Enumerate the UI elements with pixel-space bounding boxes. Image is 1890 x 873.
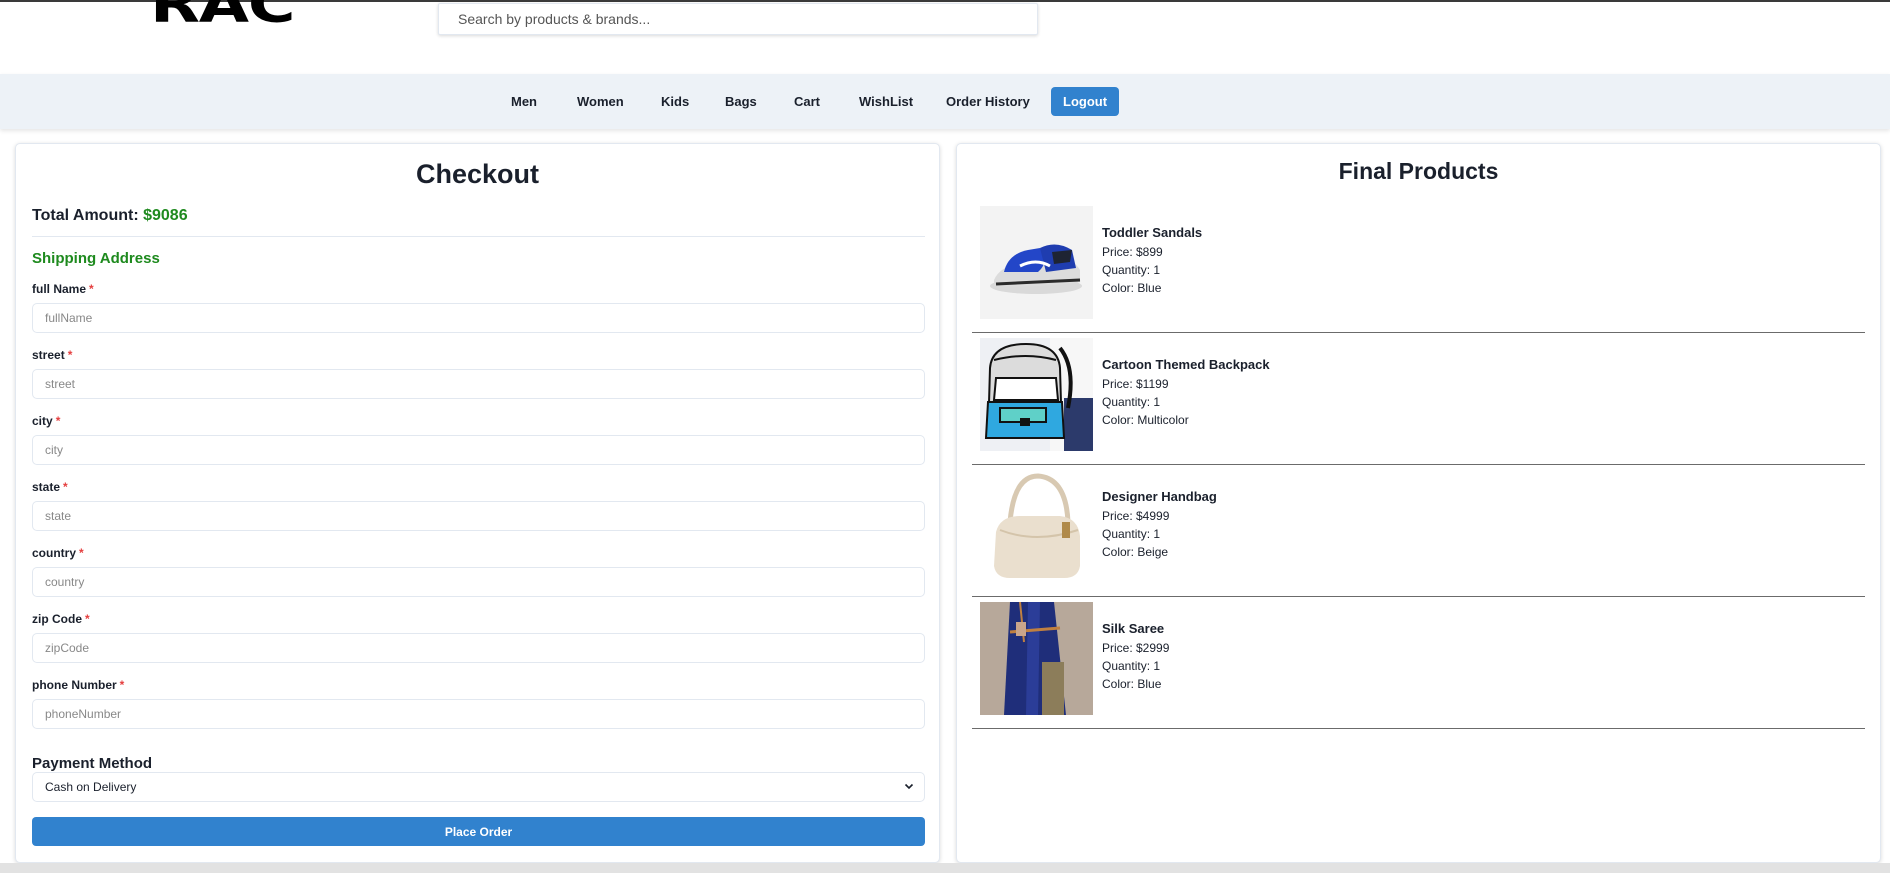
required-marker: *	[67, 348, 73, 362]
product-price: Price: $2999	[1102, 641, 1170, 655]
place-order-button[interactable]: Place Order	[32, 817, 925, 846]
logo-text: RACK	[150, 0, 292, 35]
required-marker: *	[79, 546, 84, 560]
state-input[interactable]	[32, 501, 925, 531]
checkout-title: Checkout	[415, 159, 540, 189]
toddler-sandals-image	[980, 206, 1093, 319]
cartoon-backpack-image	[980, 338, 1093, 451]
country-label: country *	[32, 546, 84, 560]
shipping-address-title: Shipping Address	[32, 250, 160, 267]
product-info: Silk Saree Price: $2999 Quantity: 1 Colo…	[1102, 620, 1169, 693]
total-amount: Total Amount: $9086	[32, 207, 188, 225]
total-label: Total Amount:	[32, 207, 139, 224]
search-input[interactable]	[438, 3, 1038, 35]
nav-women[interactable]: Women	[569, 87, 632, 116]
full-name-input[interactable]	[32, 303, 925, 333]
required-marker: *	[119, 678, 125, 692]
product-name: Cartoon Themed Backpack	[1102, 357, 1270, 372]
product-color: Color: Multicolor	[1102, 413, 1189, 427]
state-label-text: state	[32, 480, 61, 494]
silk-saree-image	[980, 602, 1093, 715]
checkout-panel: Checkout Total Amount: $9086 Shipping Ad…	[15, 143, 940, 863]
product-quantity: Quantity: 1	[1102, 659, 1161, 673]
product-row: Toddler Sandals Price: $899 Quantity: 1 …	[972, 202, 1865, 333]
product-info: Toddler Sandals Price: $899 Quantity: 1 …	[1102, 224, 1202, 297]
product-quantity: Quantity: 1	[1102, 527, 1161, 541]
page-bottom-strip	[0, 863, 1890, 873]
brand-logo[interactable]: RACK	[150, 0, 292, 38]
country-input[interactable]	[32, 567, 925, 597]
street-label-text: street	[32, 348, 65, 362]
required-marker: *	[63, 480, 68, 494]
city-input[interactable]	[32, 435, 925, 465]
payment-selected-value: Cash on Delivery	[45, 780, 137, 794]
product-color: Color: Blue	[1102, 677, 1162, 691]
country-label-text: country	[32, 546, 77, 560]
product-row: Silk Saree Price: $2999 Quantity: 1 Colo…	[972, 598, 1865, 729]
required-marker: *	[55, 414, 61, 428]
phone-number-label: phone Number *	[32, 678, 124, 692]
required-marker: *	[89, 282, 94, 296]
product-name: Toddler Sandals	[1102, 225, 1203, 240]
product-quantity: Quantity: 1	[1102, 395, 1161, 409]
product-row: Cartoon Themed Backpack Price: $1199 Qua…	[972, 334, 1865, 465]
nav-kids[interactable]: Kids	[653, 87, 697, 116]
phone-number-label-text: phone Number	[32, 678, 117, 692]
final-products-panel: Final Products Toddler Sandals Price: $8…	[956, 143, 1881, 863]
street-input[interactable]	[32, 369, 925, 399]
product-info: Cartoon Themed Backpack Price: $1199 Qua…	[1102, 356, 1270, 429]
main-navbar: Men Women Kids Bags Cart WishList Order …	[0, 74, 1890, 129]
city-label-text: city	[32, 414, 53, 428]
state-label: state *	[32, 480, 68, 494]
final-products-title: Final Products	[1338, 158, 1499, 184]
product-color: Color: Beige	[1102, 545, 1169, 559]
product-price: Price: $899	[1102, 245, 1163, 259]
product-info: Designer Handbag Price: $4999 Quantity: …	[1102, 488, 1217, 561]
street-label: street *	[32, 348, 72, 362]
nav-men[interactable]: Men	[503, 87, 545, 116]
zip-code-input[interactable]	[32, 633, 925, 663]
product-price: Price: $1199	[1102, 377, 1169, 391]
product-quantity: Quantity: 1	[1102, 263, 1161, 277]
chevron-down-icon	[904, 773, 914, 811]
product-name: Designer Handbag	[1102, 489, 1217, 504]
product-price: Price: $4999	[1102, 509, 1170, 523]
city-label: city *	[32, 414, 60, 428]
product-row: Designer Handbag Price: $4999 Quantity: …	[972, 466, 1865, 597]
zip-code-label: zip Code *	[32, 612, 90, 626]
required-marker: *	[85, 612, 90, 626]
nav-bags[interactable]: Bags	[717, 87, 765, 116]
zip-code-label-text: zip Code	[32, 612, 82, 626]
nav-cart[interactable]: Cart	[786, 87, 828, 116]
divider	[32, 236, 925, 237]
total-value: $9086	[143, 207, 188, 224]
product-color: Color: Blue	[1102, 281, 1162, 295]
full-name-label-text: full Name	[32, 282, 87, 296]
payment-method-title: Payment Method	[32, 755, 153, 772]
product-name: Silk Saree	[1102, 621, 1165, 636]
logout-button[interactable]: Logout	[1051, 87, 1120, 116]
payment-method-select[interactable]: Cash on Delivery	[32, 772, 925, 802]
designer-handbag-image	[980, 470, 1093, 583]
nav-wishlist[interactable]: WishList	[851, 87, 921, 116]
full-name-label: full Name *	[32, 282, 94, 296]
nav-order-history[interactable]: Order History	[938, 87, 1038, 116]
phone-number-input[interactable]	[32, 699, 925, 729]
